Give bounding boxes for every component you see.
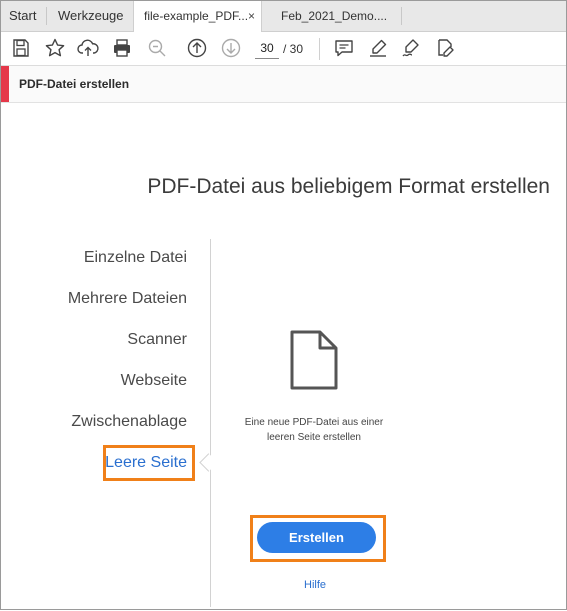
save-icon[interactable]: [10, 37, 32, 59]
edit-document-icon[interactable]: [434, 37, 456, 59]
help-link[interactable]: Hilfe: [304, 579, 326, 591]
tab-file-example-label: file-example_PDF...: [144, 9, 249, 23]
close-icon[interactable]: ×: [248, 1, 255, 31]
tab-divider: [401, 7, 402, 25]
tab-file-example[interactable]: file-example_PDF... ×: [133, 1, 262, 32]
tab-divider: [46, 7, 47, 25]
blank-document-icon: [285, 328, 341, 392]
panel-divider: [210, 239, 211, 607]
app-window: Start Werkzeuge file-example_PDF... × Fe…: [0, 0, 567, 610]
source-options-list: Einzelne Datei Mehrere Dateien Scanner W…: [1, 239, 211, 611]
highlight-pen-icon[interactable]: [367, 37, 389, 59]
highlight-frame-leere-seite: [103, 445, 195, 481]
page-heading: PDF-Datei aus beliebigem Format erstelle…: [147, 175, 550, 198]
tool-title: PDF-Datei erstellen: [19, 77, 130, 91]
tab-bar: Start Werkzeuge file-example_PDF... × Fe…: [1, 1, 566, 32]
toolbar-divider: [319, 38, 320, 60]
page-number-input[interactable]: [255, 38, 279, 59]
option-mehrere-dateien[interactable]: Mehrere Dateien: [68, 290, 187, 308]
tab-start[interactable]: Start: [9, 1, 41, 31]
page-up-icon[interactable]: [186, 37, 208, 59]
option-zwischenablage[interactable]: Zwischenablage: [71, 413, 187, 431]
option-description: Eine neue PDF-Datei aus einer leeren Sei…: [225, 415, 403, 445]
comment-icon[interactable]: [333, 37, 355, 59]
toolbar: / 30: [1, 32, 566, 66]
tool-header: PDF-Datei erstellen: [1, 66, 566, 103]
print-icon[interactable]: [111, 37, 133, 59]
create-button[interactable]: Erstellen: [257, 522, 376, 553]
tab-feb-2021-demo[interactable]: Feb_2021_Demo....: [281, 1, 401, 31]
zoom-out-icon[interactable]: [146, 37, 168, 59]
page-total: / 30: [283, 42, 304, 56]
page-down-icon[interactable]: [220, 37, 242, 59]
option-einzelne-datei[interactable]: Einzelne Datei: [84, 249, 187, 267]
tab-werkzeuge[interactable]: Werkzeuge: [58, 1, 138, 31]
tool-accent-bar: [1, 66, 9, 102]
bookmark-star-icon[interactable]: [44, 37, 66, 59]
option-scanner[interactable]: Scanner: [127, 331, 187, 349]
sign-icon[interactable]: [400, 37, 422, 59]
upload-cloud-icon[interactable]: [77, 37, 99, 59]
option-webseite[interactable]: Webseite: [121, 372, 187, 390]
description-line-1: Eine neue PDF-Datei aus einer: [244, 417, 384, 428]
description-line-2: leeren Seite erstellen: [267, 432, 361, 443]
